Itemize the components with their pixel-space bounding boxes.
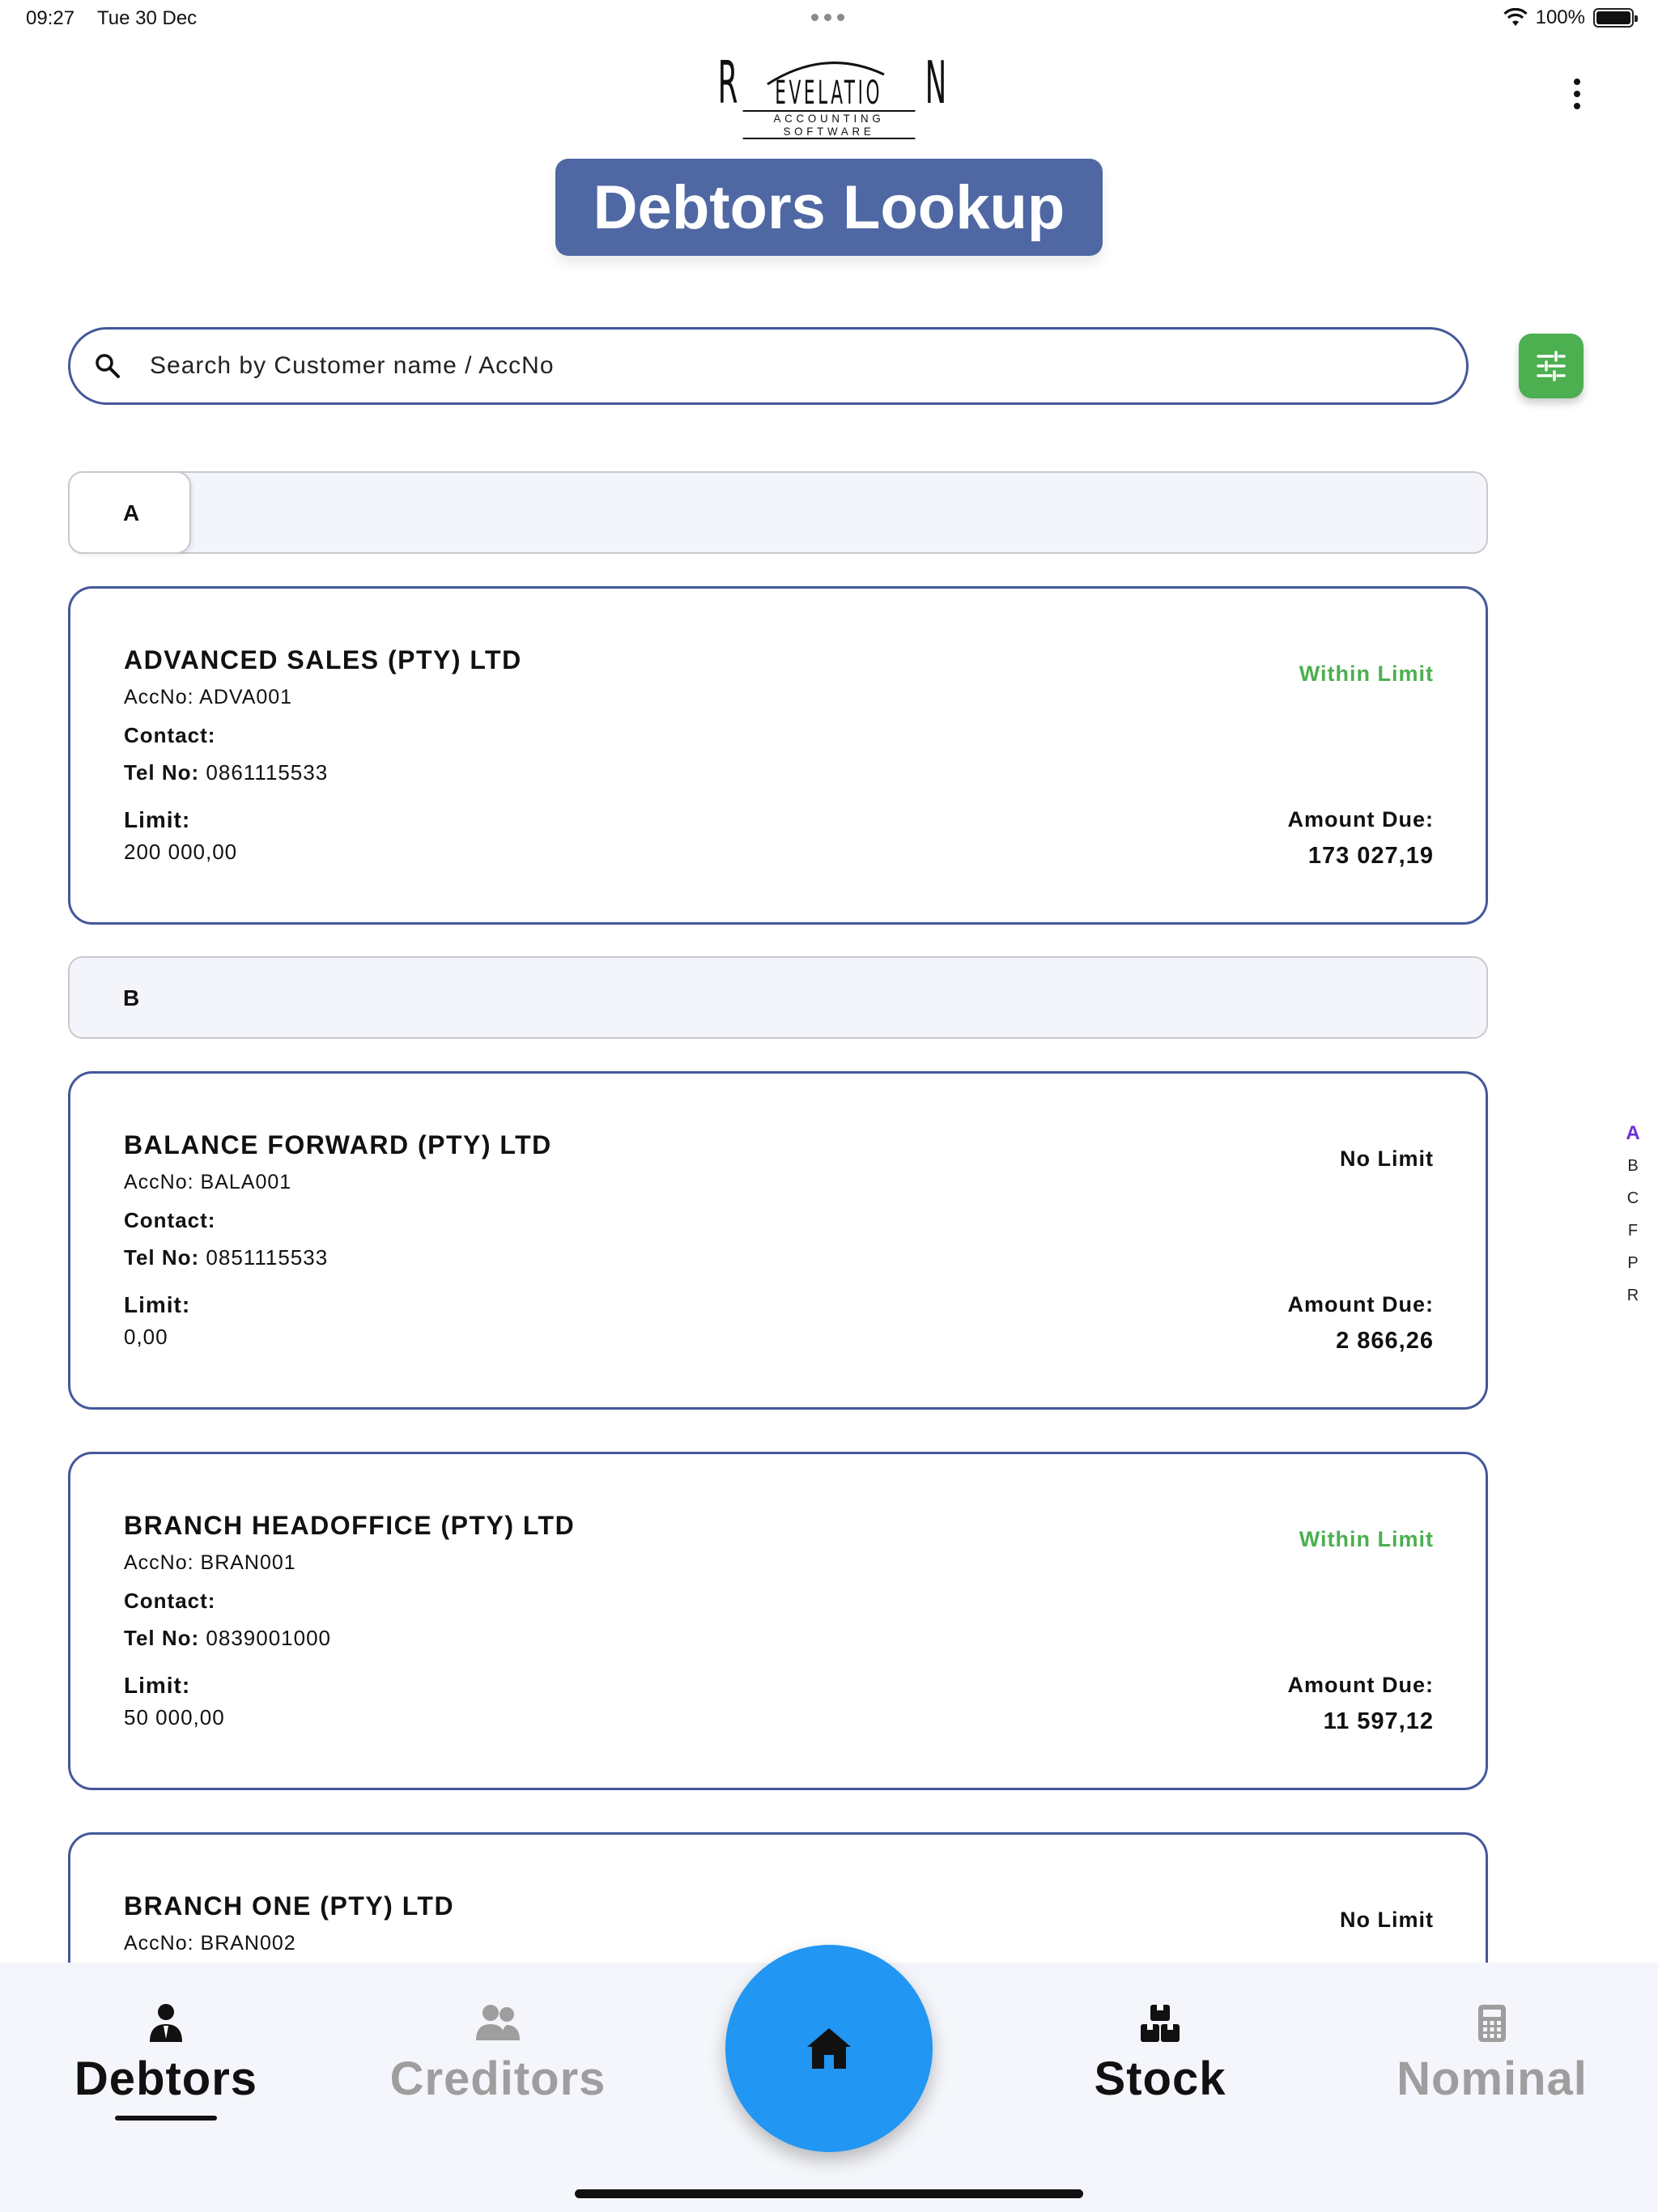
debtor-status: No Limit xyxy=(1340,1908,1434,1932)
debtor-tel-value: 0861115533 xyxy=(206,760,329,785)
debtor-status: Within Limit xyxy=(1299,1527,1434,1551)
battery-icon xyxy=(1593,8,1638,28)
logo-first-letter: R xyxy=(717,49,739,117)
debtor-card[interactable]: BALANCE FORWARD (PTY) LTD AccNo: BALA001… xyxy=(68,1071,1488,1410)
search-bar[interactable] xyxy=(68,327,1469,405)
home-icon xyxy=(807,2028,851,2069)
debtor-accno: AccNo: BALA001 xyxy=(124,1171,292,1193)
debtor-name: BALANCE FORWARD (PTY) LTD xyxy=(124,1130,552,1159)
logo-middle: EVELATIO xyxy=(775,74,883,112)
battery-percent: 100% xyxy=(1535,6,1585,28)
status-right: 100% xyxy=(1503,6,1638,29)
alpha-index-p[interactable]: P xyxy=(1622,1247,1643,1279)
alpha-index-c[interactable]: C xyxy=(1622,1182,1643,1214)
alpha-index-b[interactable]: B xyxy=(1622,1150,1643,1182)
nav-stock[interactable]: Stock xyxy=(1027,2003,1294,2106)
page-title: Debtors Lookup xyxy=(555,159,1103,256)
home-button[interactable] xyxy=(725,1945,933,2152)
debtor-tel: Tel No: 0839001000 xyxy=(124,1626,331,1651)
debtor-limit-label: Limit: xyxy=(124,1292,191,1317)
filter-button[interactable] xyxy=(1519,334,1584,398)
nav-stock-label: Stock xyxy=(1094,2052,1226,2105)
people-icon xyxy=(476,2005,520,2040)
debtor-contact-label: Contact: xyxy=(124,1589,216,1613)
debtor-name: ADVANCED SALES (PTY) LTD xyxy=(124,645,522,674)
debtor-status: No Limit xyxy=(1340,1146,1434,1171)
debtor-name: BRANCH ONE (PTY) LTD xyxy=(124,1891,455,1921)
section-header-a: A xyxy=(68,471,1488,554)
nav-nominal[interactable]: Nominal xyxy=(1358,2003,1626,2106)
debtor-name: BRANCH HEADOFFICE (PTY) LTD xyxy=(124,1511,576,1540)
debtor-card[interactable]: BRANCH HEADOFFICE (PTY) LTD AccNo: BRAN0… xyxy=(68,1452,1488,1790)
debtor-tel-value: 0839001000 xyxy=(206,1626,332,1650)
debtor-due-value: 173 027,19 xyxy=(1307,843,1434,869)
more-vert-icon[interactable] xyxy=(1562,74,1592,113)
wifi-icon xyxy=(1503,8,1528,26)
search-icon xyxy=(96,354,120,378)
nav-creditors[interactable]: Creditors xyxy=(364,2003,631,2106)
debtor-limit-value: 200 000,00 xyxy=(124,840,238,864)
person-icon xyxy=(150,2004,182,2042)
debtor-due-value: 2 866,26 xyxy=(1336,1328,1434,1354)
debtor-tel-label: Tel No: xyxy=(124,1245,200,1270)
debtor-due-value: 11 597,12 xyxy=(1323,1708,1434,1734)
nav-nominal-label: Nominal xyxy=(1397,2052,1588,2105)
debtor-tel: Tel No: 0861115533 xyxy=(124,760,328,785)
debtor-accno: AccNo: BRAN001 xyxy=(124,1551,296,1574)
search-input[interactable] xyxy=(150,352,1364,380)
debtor-status: Within Limit xyxy=(1299,661,1434,686)
debtor-accno: AccNo: ADVA001 xyxy=(124,686,293,708)
section-letter: B xyxy=(123,985,140,1010)
debtor-contact-label: Contact: xyxy=(124,1208,216,1232)
nav-debtors[interactable]: Debtors xyxy=(32,2003,300,2121)
alphabet-index[interactable]: A B C F P R xyxy=(1622,1117,1643,1312)
calculator-icon xyxy=(1478,2005,1506,2042)
debtor-limit-label: Limit: xyxy=(124,1673,191,1698)
nav-debtors-label: Debtors xyxy=(74,2052,258,2105)
section-header-b: B xyxy=(68,956,1488,1039)
section-letter: A xyxy=(123,500,140,525)
nav-creditors-label: Creditors xyxy=(389,2052,606,2105)
debtor-limit-value: 50 000,00 xyxy=(124,1705,225,1729)
status-bar: 09:27 Tue 30 Dec 100% xyxy=(0,0,1658,39)
debtor-tel-label: Tel No: xyxy=(124,1626,200,1650)
alpha-index-r[interactable]: R xyxy=(1622,1279,1643,1312)
boxes-icon xyxy=(1141,2005,1180,2042)
multitasking-dots-icon[interactable] xyxy=(811,14,844,21)
status-date: Tue 30 Dec xyxy=(97,7,198,29)
debtor-tel-value: 0851115533 xyxy=(206,1245,329,1270)
home-indicator[interactable] xyxy=(575,2189,1083,2198)
status-time: 09:27 xyxy=(26,7,75,29)
debtor-due-label: Amount Due: xyxy=(1287,1673,1434,1697)
debtor-card[interactable]: ADVANCED SALES (PTY) LTD AccNo: ADVA001 … xyxy=(68,586,1488,925)
debtor-limit-label: Limit: xyxy=(124,807,191,832)
logo-subtitle: ACCOUNTING SOFTWARE xyxy=(742,110,916,139)
debtor-limit-value: 0,00 xyxy=(124,1325,168,1349)
debtor-contact-label: Contact: xyxy=(124,723,216,747)
debtor-tel: Tel No: 0851115533 xyxy=(124,1245,328,1270)
nav-active-indicator xyxy=(115,2116,217,2121)
debtor-accno: AccNo: BRAN002 xyxy=(124,1932,296,1955)
logo-last-letter: N xyxy=(925,49,947,117)
debtor-due-label: Amount Due: xyxy=(1287,1292,1434,1317)
debtor-tel-label: Tel No: xyxy=(124,760,200,785)
alpha-index-f[interactable]: F xyxy=(1622,1214,1643,1247)
alpha-index-a[interactable]: A xyxy=(1622,1117,1643,1150)
debtor-due-label: Amount Due: xyxy=(1287,807,1434,832)
tune-icon xyxy=(1537,351,1566,381)
app-logo: R EVELATIO N ACCOUNTING SOFTWARE xyxy=(718,50,946,139)
